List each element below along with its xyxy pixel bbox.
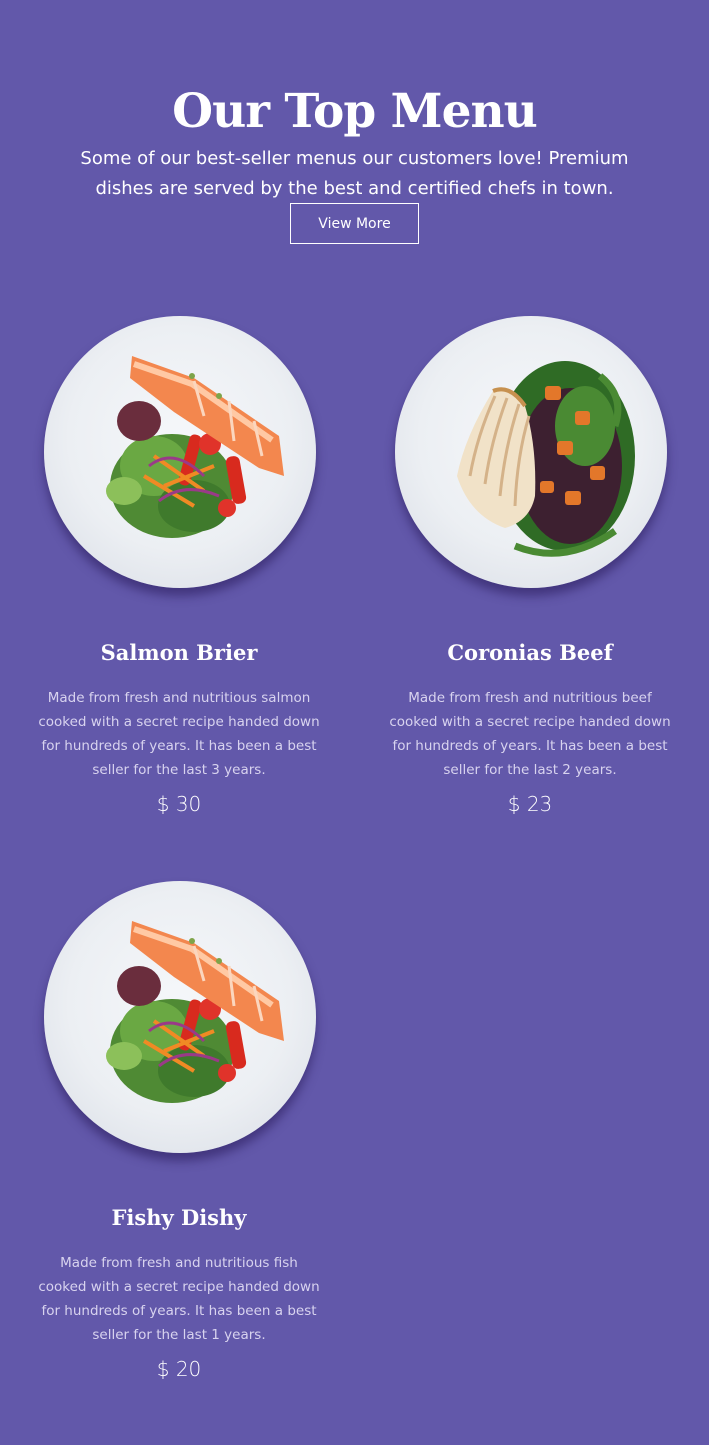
page-subtitle: Some of our best-seller menus our custom…	[80, 148, 629, 199]
salmon-salad-plate-image	[44, 316, 316, 588]
view-more-button[interactable]: View More	[290, 203, 419, 244]
menu-item-price: $ 23	[507, 792, 553, 816]
menu-item-price: $ 30	[156, 792, 202, 816]
page-title: Our Top Menu	[172, 84, 538, 140]
menu-item-description: Made from fresh and nutritious fish cook…	[38, 1254, 320, 1343]
menu-item-description: Made from fresh and nutritious salmon co…	[38, 689, 320, 778]
menu-item-name: Coronias Beef	[447, 640, 613, 666]
sliced-meat-quinoa-plate-image	[395, 316, 667, 588]
menu-item-name: Fishy Dishy	[111, 1205, 247, 1231]
salmon-salad-plate-image	[44, 881, 316, 1153]
menu-item-description: Made from fresh and nutritious beef cook…	[389, 689, 671, 778]
menu-item-price: $ 20	[156, 1357, 202, 1381]
menu-item-name: Salmon Brier	[100, 640, 258, 666]
